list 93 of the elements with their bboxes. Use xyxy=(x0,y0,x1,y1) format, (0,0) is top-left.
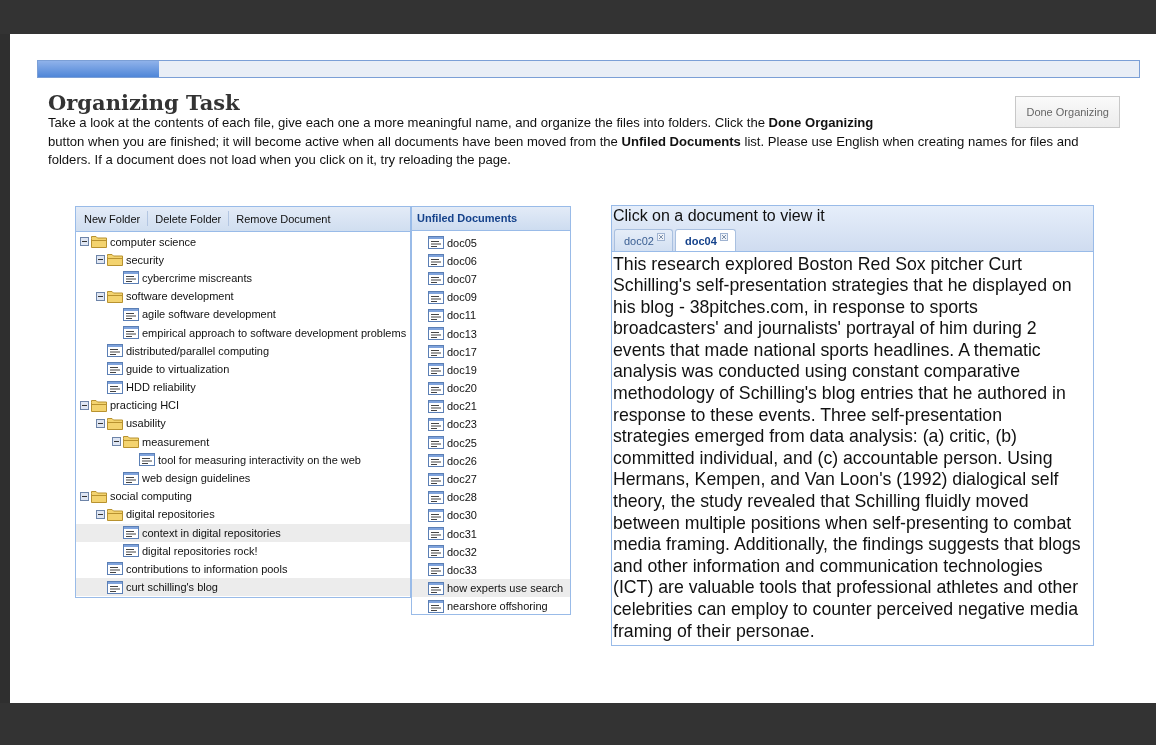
document-icon[interactable] xyxy=(428,563,444,577)
document-icon[interactable] xyxy=(123,307,139,321)
document-tab[interactable]: doc04 xyxy=(675,228,736,251)
document-item[interactable]: nearshore offshoring xyxy=(412,597,570,614)
document-item[interactable]: doc20 xyxy=(412,379,570,398)
document-item[interactable]: doc19 xyxy=(412,360,570,379)
document-icon[interactable] xyxy=(107,362,123,376)
document-item[interactable]: doc13 xyxy=(412,324,570,343)
collapse-icon[interactable] xyxy=(96,509,105,519)
document-icon[interactable] xyxy=(428,472,444,486)
document-icon[interactable] xyxy=(428,345,444,359)
document-icon[interactable] xyxy=(139,453,155,467)
toolbar-button[interactable]: New Folder xyxy=(79,210,146,227)
document-item[interactable]: doc32 xyxy=(412,542,570,561)
document-item[interactable]: doc11 xyxy=(412,306,570,325)
document-item[interactable]: doc26 xyxy=(412,451,570,470)
close-icon[interactable] xyxy=(719,232,728,241)
document-icon[interactable] xyxy=(428,381,444,395)
toolbar-button[interactable]: Delete Folder xyxy=(150,210,227,227)
collapse-icon[interactable] xyxy=(96,418,105,428)
collapse-icon[interactable] xyxy=(80,400,89,410)
tree-item[interactable]: distributed/parallel computing xyxy=(76,341,410,360)
tree-item[interactable]: cybercrime miscreants xyxy=(76,268,410,288)
document-icon[interactable] xyxy=(428,399,444,413)
document-item[interactable]: how experts use search xyxy=(412,579,570,598)
tree-item[interactable]: curt schilling's blog xyxy=(76,578,410,597)
document-icon[interactable] xyxy=(123,471,139,485)
collapse-icon[interactable] xyxy=(96,291,105,301)
document-item[interactable]: doc33 xyxy=(412,560,570,580)
document-icon[interactable] xyxy=(428,454,444,468)
document-icon[interactable] xyxy=(107,380,123,394)
tree-item[interactable]: agile software development xyxy=(76,305,410,324)
tree-item[interactable]: software development xyxy=(76,287,410,306)
document-item[interactable]: doc06 xyxy=(412,251,570,270)
document-icon[interactable] xyxy=(428,290,444,304)
tree-item[interactable]: guide to virtualization xyxy=(76,359,410,378)
document-icon[interactable] xyxy=(428,308,444,322)
document-icon[interactable] xyxy=(428,272,444,286)
document-text: This research explored Boston Red Sox pitcher Curt Schilling's self-presentation strategies that he displayed on his blog - 38pitches.com, in response to sports broadcasters' and journalists' portrayal of him during 2 events that made national sports headlines. A thematic analysis was conducted using constant comparative methodology of Schilling's blog entries that he authored in response to these events. Three self-presentation strategies emerged from data analysis: (a) critic, (b) committed individual, and (c) accountable person. Using Hermans, Kempen, and Van Loon's (1992) dialogical self theory, the study revealed that Schilling fluidly moved between multiple positions when self-presenting to combat media framing. Additionally, the findings suggests that blogs and other information and communication technologies (ICT) are valuable tools that professional athletes and other celebrities can employ to counter perceived negative media framing of their personae. xyxy=(612,252,1082,643)
document-icon[interactable] xyxy=(428,527,444,541)
tree-item[interactable]: practicing HCI xyxy=(76,396,410,415)
document-icon[interactable] xyxy=(428,599,444,613)
document-item[interactable]: doc23 xyxy=(412,415,570,434)
tree-item[interactable]: computer science xyxy=(76,232,410,251)
document-icon[interactable] xyxy=(428,327,444,341)
document-icon[interactable] xyxy=(428,363,444,377)
collapse-icon[interactable] xyxy=(80,237,89,247)
document-tab[interactable]: doc02 xyxy=(614,228,673,251)
tree-item[interactable]: measurement xyxy=(76,432,410,451)
collapse-icon[interactable] xyxy=(80,491,89,501)
tree-item[interactable]: context in digital repositories xyxy=(76,523,410,542)
document-icon[interactable] xyxy=(107,580,123,594)
document-icon[interactable] xyxy=(428,490,444,504)
document-icon[interactable] xyxy=(428,545,444,559)
document-item[interactable]: doc25 xyxy=(412,433,570,452)
tree-item[interactable]: digital repositories rock! xyxy=(76,541,410,560)
document-icon[interactable] xyxy=(428,236,444,250)
document-icon[interactable] xyxy=(107,562,123,576)
tree-item[interactable]: social computing xyxy=(76,487,410,506)
document-item[interactable]: doc31 xyxy=(412,524,570,543)
tree-item[interactable]: tool for measuring interactivity on the web xyxy=(76,450,410,469)
tree-item[interactable]: usability xyxy=(76,414,410,433)
document-icon[interactable] xyxy=(107,344,123,358)
viewer-heading: Click on a document to view it xyxy=(612,205,826,226)
document-icon[interactable] xyxy=(123,544,139,558)
document-icon[interactable] xyxy=(428,508,444,522)
document-icon[interactable] xyxy=(123,271,139,285)
document-icon[interactable] xyxy=(428,436,444,450)
page-title: Organizing Task xyxy=(48,90,240,116)
document-item[interactable]: doc09 xyxy=(412,288,570,307)
tree-item[interactable]: digital repositories xyxy=(76,505,410,524)
tree-item[interactable]: web design guidelines xyxy=(76,468,410,488)
document-item[interactable]: doc07 xyxy=(412,269,570,289)
document-item[interactable]: doc05 xyxy=(412,233,570,252)
close-icon[interactable] xyxy=(657,232,665,241)
collapse-icon[interactable] xyxy=(96,255,105,265)
collapse-icon[interactable] xyxy=(112,437,121,447)
document-item[interactable]: doc27 xyxy=(412,469,570,489)
panel-header: Unfiled Documents xyxy=(412,206,570,231)
document-icon[interactable] xyxy=(123,526,139,540)
document-item[interactable]: doc21 xyxy=(412,397,570,416)
tree-item[interactable]: security xyxy=(76,250,410,269)
document-icon[interactable] xyxy=(428,417,444,431)
document-icon[interactable] xyxy=(428,581,444,595)
tree-item[interactable]: contributions to information pools xyxy=(76,559,410,579)
document-item[interactable]: doc28 xyxy=(412,488,570,507)
document-icon[interactable] xyxy=(123,326,139,340)
tree-item[interactable]: empirical approach to software development problems xyxy=(76,323,410,342)
document-item[interactable]: doc17 xyxy=(412,342,570,361)
toolbar-button[interactable]: Remove Document xyxy=(231,210,336,227)
document-item[interactable]: doc30 xyxy=(412,506,570,525)
document-icon[interactable] xyxy=(428,254,444,268)
tree-item[interactable]: HDD reliability xyxy=(76,378,410,397)
